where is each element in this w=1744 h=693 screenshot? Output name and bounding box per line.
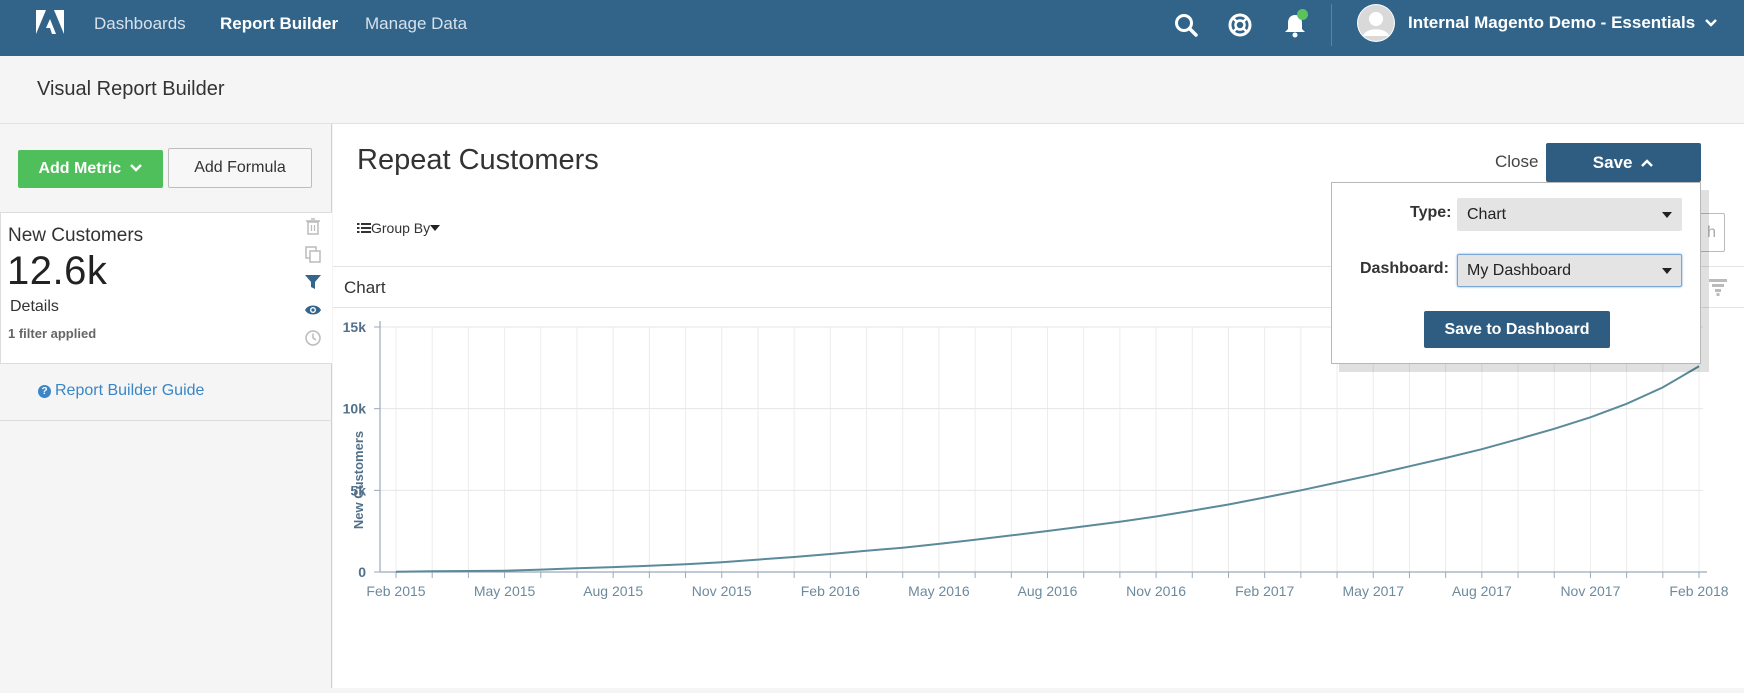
tab-chart[interactable]: Chart xyxy=(344,278,386,298)
dashboard-select[interactable]: My Dashboard xyxy=(1457,254,1682,287)
page-title: Visual Report Builder xyxy=(37,78,225,100)
metrics-sidebar: Add Metric Add Formula New Customers 12.… xyxy=(0,124,332,688)
user-silhouette-icon xyxy=(1358,5,1394,41)
report-title[interactable]: Repeat Customers xyxy=(357,144,599,177)
add-metric-button[interactable]: Add Metric xyxy=(18,150,163,188)
search-icon[interactable] xyxy=(1172,11,1200,39)
x-tick-label: May 2015 xyxy=(474,583,536,599)
account-menu[interactable]: Internal Magento Demo - Essentials xyxy=(1408,13,1718,33)
y-tick-label: 0 xyxy=(358,564,366,580)
y-tick-label: 10k xyxy=(343,401,367,417)
caret-down-icon xyxy=(1662,268,1672,274)
x-tick-label: Aug 2017 xyxy=(1452,583,1512,599)
nav-dashboards[interactable]: Dashboards xyxy=(94,14,186,34)
chart-area: 0 5k 10k 15k Feb 2015 May 2015 Aug 2015 Nov 201… xyxy=(333,308,1744,688)
y-tick-label: 15k xyxy=(343,319,367,335)
notification-dot xyxy=(1297,9,1308,20)
x-tick-label: Feb 2017 xyxy=(1235,583,1294,599)
metric-details-link[interactable]: Details xyxy=(10,298,59,316)
x-tick-label: Nov 2017 xyxy=(1560,583,1620,599)
page-subheader: Visual Report Builder xyxy=(0,56,1744,124)
filter-icon[interactable] xyxy=(304,273,322,291)
x-tick-label: Aug 2015 xyxy=(583,583,643,599)
chevron-down-icon xyxy=(1705,19,1717,27)
question-icon: ? xyxy=(38,385,51,398)
chevron-up-icon xyxy=(1641,159,1654,167)
sidebar-divider xyxy=(0,420,332,421)
type-label: Type: xyxy=(1410,204,1452,221)
x-tick-label: Aug 2016 xyxy=(1018,583,1078,599)
caret-down-icon xyxy=(1662,212,1672,218)
nav-divider xyxy=(1331,4,1332,46)
adobe-logo-icon[interactable] xyxy=(36,10,64,36)
group-by-label: Group By xyxy=(371,220,431,236)
funnel-icon[interactable] xyxy=(1708,277,1728,297)
save-button[interactable]: Save xyxy=(1546,143,1701,182)
metric-value: 12.6k xyxy=(7,249,108,293)
help-lifebuoy-icon[interactable] xyxy=(1226,11,1254,39)
close-link[interactable]: Close xyxy=(1495,152,1538,172)
eye-icon[interactable] xyxy=(304,301,322,319)
metric-card[interactable]: New Customers 12.6k Details 1 filter app… xyxy=(0,212,332,364)
x-tick-label: May 2017 xyxy=(1343,583,1405,599)
add-formula-button[interactable]: Add Formula xyxy=(168,148,312,188)
report-builder-guide-link[interactable]: ? Report Builder Guide xyxy=(38,382,204,400)
metric-filter-status: 1 filter applied xyxy=(8,326,97,341)
x-tick-label: Nov 2015 xyxy=(692,583,752,599)
y-axis-label: New Customers xyxy=(351,431,366,529)
caret-down-icon xyxy=(430,225,441,231)
nav-manage-data[interactable]: Manage Data xyxy=(365,14,467,34)
save-label: Save xyxy=(1592,153,1633,172)
group-by-dropdown[interactable]: Group By xyxy=(357,220,441,236)
x-tick-label: Feb 2016 xyxy=(801,583,860,599)
type-select[interactable]: Chart xyxy=(1457,198,1682,231)
x-tick-label: Nov 2016 xyxy=(1126,583,1186,599)
dashboard-label: Dashboard: xyxy=(1360,260,1449,277)
x-tick-label: May 2016 xyxy=(908,583,970,599)
guide-label: Report Builder Guide xyxy=(55,382,205,399)
copy-icon[interactable] xyxy=(304,245,322,263)
top-nav-bar: Dashboards Report Builder Manage Data In… xyxy=(0,0,1744,56)
save-to-dashboard-button[interactable]: Save to Dashboard xyxy=(1424,311,1610,348)
save-popover: Type: Chart Dashboard: My Dashboard Save… xyxy=(1331,182,1701,364)
x-tick-label: Feb 2015 xyxy=(366,583,425,599)
dashboard-select-value: My Dashboard xyxy=(1467,262,1572,279)
chevron-down-icon xyxy=(129,164,142,172)
line-chart: 05k10k15kFeb 2015 May 2015 Aug 2015 Nov 201… xyxy=(343,319,1729,599)
clock-icon[interactable] xyxy=(304,329,322,347)
nav-report-builder[interactable]: Report Builder xyxy=(220,14,338,34)
metric-name: New Customers xyxy=(8,225,144,246)
type-select-value: Chart xyxy=(1467,206,1507,223)
list-icon xyxy=(357,223,371,233)
add-metric-label: Add Metric xyxy=(38,160,122,177)
trash-icon[interactable] xyxy=(304,217,322,235)
account-name: Internal Magento Demo - Essentials xyxy=(1408,13,1696,32)
x-tick-label: Feb 2018 xyxy=(1669,583,1728,599)
avatar[interactable] xyxy=(1357,4,1395,42)
